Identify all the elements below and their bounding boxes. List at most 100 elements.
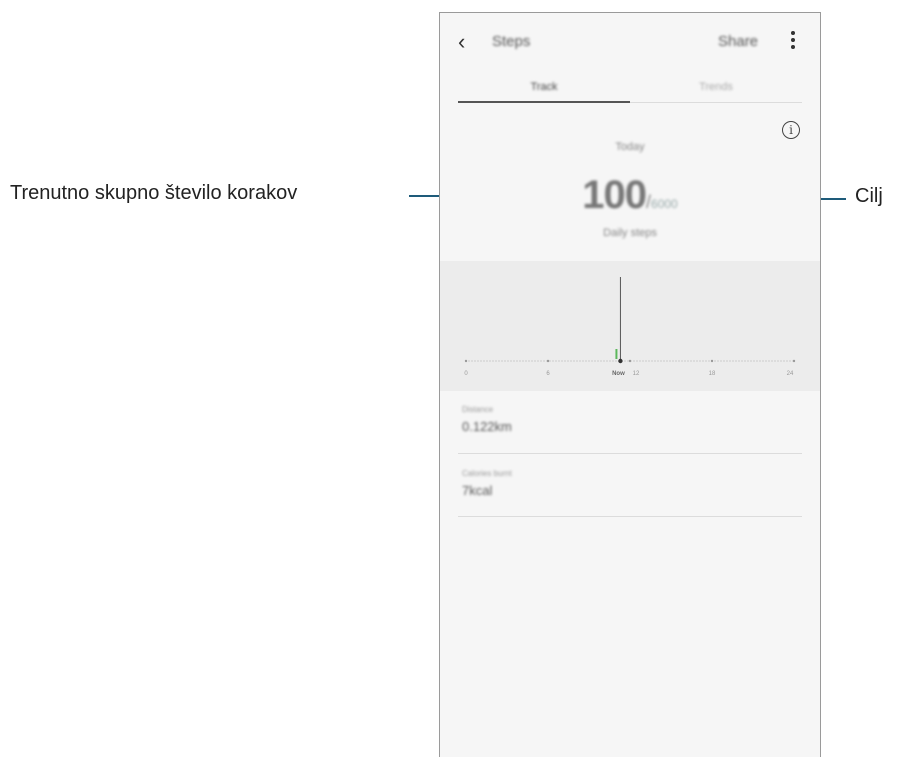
axis-tick [546,359,550,363]
axis-dot [744,360,746,362]
x-tick-label: 24 [787,371,794,377]
axis-dot [642,360,644,362]
details-divider [458,453,802,454]
axis-tick [710,359,714,363]
axis-dot [666,360,668,362]
axis-dot [633,360,635,362]
axis-dot [732,360,734,362]
axis-dot [540,360,542,362]
axis-dot [501,360,503,362]
axis-dot [609,360,611,362]
axis-dot [474,360,476,362]
axis-dot [789,360,791,362]
axis-dot [720,360,722,362]
axis-dot [786,360,788,362]
tab-track[interactable]: Track [458,81,630,93]
axis-dot [498,360,500,362]
axis-dot [714,360,716,362]
axis-dot [726,360,728,362]
distance-value: 0.122km [462,419,512,434]
axis-dot [654,360,656,362]
axis-dot [477,360,479,362]
share-button[interactable]: Share [718,33,758,50]
axis-dot [468,360,470,362]
axis-dot [564,360,566,362]
axis-dot [543,360,545,362]
axis-dot [483,360,485,362]
axis-dot [573,360,575,362]
axis-dot [582,360,584,362]
current-steps-callout-label: Trenutno skupno število korakov [10,182,298,204]
axis-dot [729,360,731,362]
info-icon[interactable]: i [782,121,800,139]
axis-dot [489,360,491,362]
axis-dot [597,360,599,362]
axis-dot [651,360,653,362]
axis-dot [645,360,647,362]
back-button[interactable]: ‹ [458,29,465,55]
axis-dot [723,360,725,362]
axis-dot [765,360,767,362]
calories-label: Calories burnt [462,469,512,478]
axis-dot [555,360,557,362]
axis-dot [570,360,572,362]
axis-dot [681,360,683,362]
axis-tick [464,359,468,363]
more-options-icon[interactable] [786,29,800,51]
goal-callout-label: Cilj [855,185,883,207]
axis-dot [585,360,587,362]
axis-dot [774,360,776,362]
axis-dot [741,360,743,362]
axis-dot [615,360,617,362]
x-tick-label: 6 [546,371,550,377]
axis-dot [756,360,758,362]
daily-steps-caption: Daily steps [603,227,657,239]
distance-card[interactable]: Distance 0.122km [458,405,802,453]
app-toolbar: ‹ Steps Share [440,13,820,69]
axis-dot [522,360,524,362]
axis-dot [528,360,530,362]
axis-dot [516,360,518,362]
axis-dot [747,360,749,362]
axis-dot [624,360,626,362]
axis-dot [672,360,674,362]
tab-trends[interactable]: Trends [630,81,802,93]
axis-dot [495,360,497,362]
axis-dot [579,360,581,362]
calories-card[interactable]: Calories burnt 7kcal [458,469,802,517]
axis-dot [591,360,593,362]
axis-dot [648,360,650,362]
axis-dot [492,360,494,362]
axis-dot [561,360,563,362]
axis-dot [639,360,641,362]
axis-dot [519,360,521,362]
axis-dot [603,360,605,362]
axis-dot [690,360,692,362]
axis-dot [606,360,608,362]
axis-dot [513,360,515,362]
axis-dot [525,360,527,362]
chart-canvas: 0 6 Now 12 18 24 [464,277,796,377]
axis-dot [717,360,719,362]
axis-dot [708,360,710,362]
axis-dot [486,360,488,362]
axis-dot [507,360,509,362]
axis-dot [705,360,707,362]
axis-dot [759,360,761,362]
axis-dot [531,360,533,362]
axis-dot [657,360,659,362]
hourly-steps-chart: 0 6 Now 12 18 24 [440,261,820,391]
x-tick-label: 12 [633,371,640,377]
axis-dot [612,360,614,362]
axis-dot [660,360,662,362]
axis-dot [669,360,671,362]
axis-dot [549,360,551,362]
axis-dot [684,360,686,362]
step-summary: 100/6000 [440,173,820,218]
axis-dot [762,360,764,362]
x-tick-label: 18 [709,371,716,377]
axis-dot [735,360,737,362]
axis-dot [777,360,779,362]
calories-value: 7kcal [462,483,493,498]
details-divider [458,516,802,517]
